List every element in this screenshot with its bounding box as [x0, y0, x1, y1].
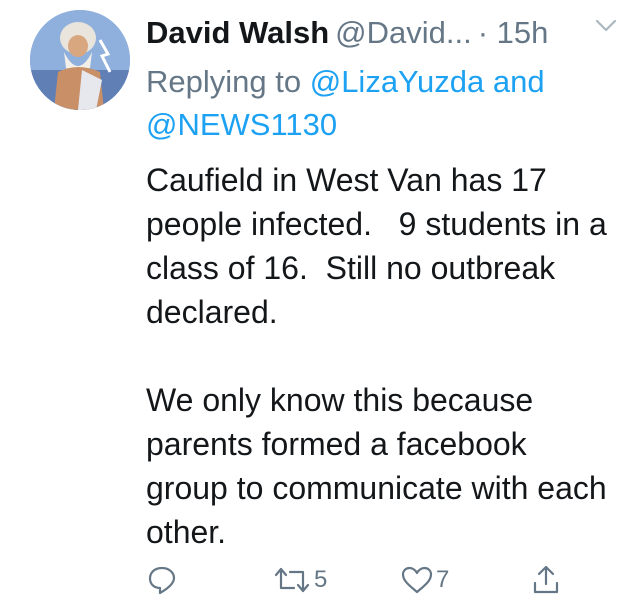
like-button[interactable]: 7	[400, 563, 449, 597]
mention-joiner[interactable]: and	[493, 64, 545, 99]
chevron-down-icon[interactable]	[592, 12, 620, 40]
reply-button[interactable]	[146, 563, 178, 597]
replying-to: Replying to @LizaYuzda and @NEWS1130	[146, 60, 616, 146]
avatar-image	[30, 10, 130, 110]
tweet-paragraph: Caufield in West Van has 17 people infec…	[146, 162, 616, 330]
tweet-text: Caufield in West Van has 17 people infec…	[146, 158, 616, 554]
tweet-header: David Walsh @David... · 15h	[146, 12, 626, 54]
mention-link[interactable]: @NEWS1130	[146, 107, 337, 142]
tweet-time[interactable]: · 15h	[478, 15, 549, 50]
tweet: David Walsh @David... · 15h Replying to @L…	[0, 0, 640, 606]
author-handle[interactable]: @David...	[335, 15, 472, 50]
replying-to-label: Replying to	[146, 64, 302, 99]
tweet-actions: 5 7	[146, 563, 586, 597]
author-name[interactable]: David Walsh	[146, 15, 329, 50]
retweet-icon	[274, 567, 310, 593]
tweet-paragraph: We only know this because parents formed…	[146, 382, 607, 550]
mention-link[interactable]: @LizaYuzda	[310, 64, 485, 99]
retweet-count: 5	[314, 566, 328, 593]
like-count: 7	[436, 566, 450, 593]
share-icon	[533, 565, 559, 594]
retweet-button[interactable]: 5	[272, 563, 327, 597]
share-button[interactable]	[530, 563, 562, 597]
avatar[interactable]	[30, 10, 130, 110]
heart-icon	[401, 566, 433, 594]
reply-icon	[148, 566, 176, 595]
